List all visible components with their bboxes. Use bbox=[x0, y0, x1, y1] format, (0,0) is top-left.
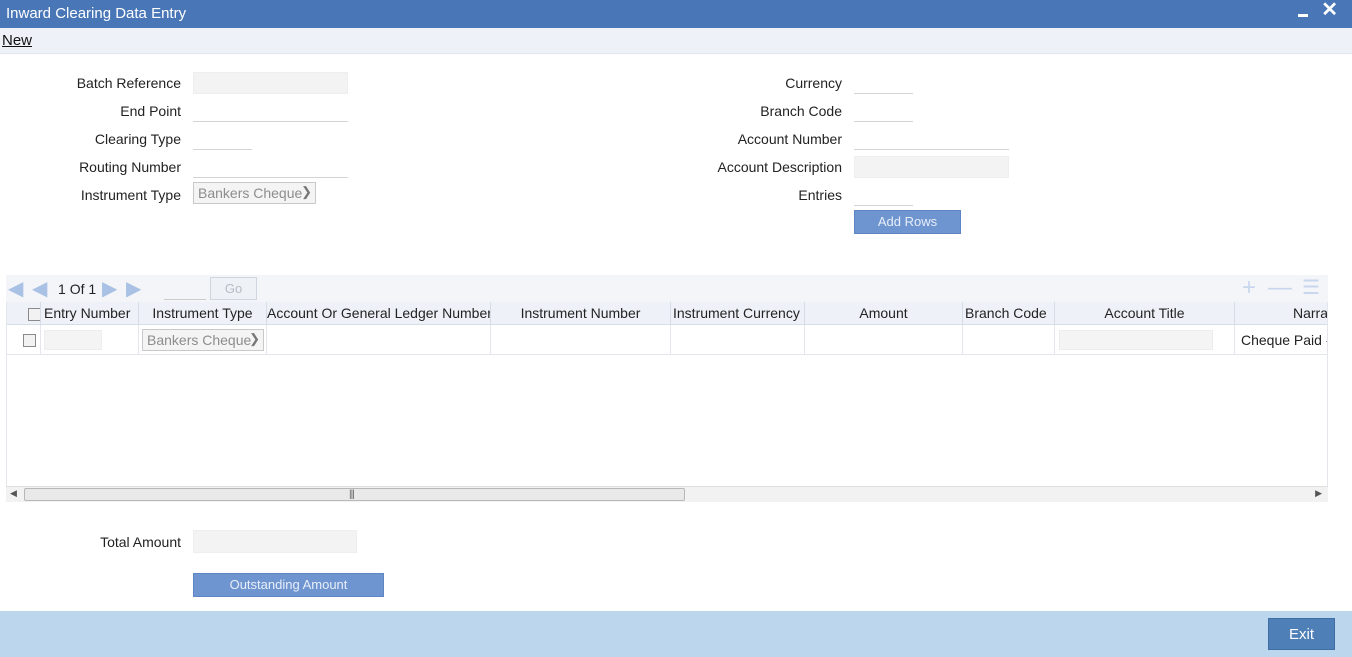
single-view-icon[interactable]: ☰ bbox=[1302, 276, 1320, 300]
row-instrument-type-value: Bankers Cheque bbox=[147, 332, 252, 348]
current-page: 1 bbox=[58, 281, 66, 297]
outstanding-amount-button[interactable]: Outstanding Amount bbox=[193, 573, 384, 597]
total-pages: 1 bbox=[88, 281, 97, 297]
select-all-checkbox[interactable] bbox=[28, 308, 40, 321]
col-amount[interactable]: Amount bbox=[805, 302, 963, 325]
col-narrative[interactable]: Narrative bbox=[1235, 302, 1327, 325]
first-page-icon[interactable]: ◀ bbox=[8, 279, 23, 299]
col-entry-number[interactable]: Entry Number bbox=[41, 302, 139, 325]
prev-page-icon[interactable]: ◀ bbox=[32, 279, 47, 299]
col-account-gl-number[interactable]: Account Or General Ledger Number bbox=[267, 302, 491, 325]
account-title-field bbox=[1059, 330, 1213, 350]
grid-header: Entry Number Instrument Type Account Or … bbox=[7, 302, 1327, 325]
entries-label: Entries bbox=[798, 187, 842, 203]
total-amount-field bbox=[193, 530, 357, 553]
routing-number-label: Routing Number bbox=[79, 159, 181, 175]
branch-code-label: Branch Code bbox=[760, 103, 842, 119]
page-info: 1 Of 1 bbox=[58, 281, 96, 297]
account-number-field[interactable] bbox=[854, 128, 1009, 150]
close-icon[interactable]: ✕ bbox=[1321, 0, 1338, 20]
window-titlebar: Inward Clearing Data Entry ✕ bbox=[0, 0, 1352, 28]
table-row: Bankers Cheque ❯ Cheque Paid - Cheque bbox=[7, 325, 1327, 355]
end-point-label: End Point bbox=[120, 103, 181, 119]
next-page-icon[interactable]: ▶ bbox=[102, 279, 117, 299]
branch-code-cell[interactable] bbox=[963, 325, 1055, 355]
menu-bar: New bbox=[0, 28, 1352, 54]
col-instrument-type[interactable]: Instrument Type bbox=[139, 302, 267, 325]
clearing-type-field[interactable] bbox=[193, 128, 252, 150]
exit-button[interactable]: Exit bbox=[1268, 618, 1335, 650]
last-page-icon[interactable]: ▶ bbox=[126, 279, 141, 299]
batch-reference-label: Batch Reference bbox=[76, 75, 181, 91]
routing-number-field[interactable] bbox=[193, 156, 348, 178]
new-link[interactable]: New bbox=[2, 32, 32, 49]
page-number-input[interactable] bbox=[164, 277, 206, 300]
scroll-right-icon[interactable]: ▶ bbox=[1315, 488, 1322, 499]
minimize-icon[interactable] bbox=[1296, 4, 1310, 20]
batch-reference-field bbox=[193, 72, 348, 94]
footer-bar: Exit bbox=[0, 611, 1352, 657]
row-checkbox[interactable] bbox=[23, 334, 36, 347]
add-row-icon[interactable]: + bbox=[1242, 276, 1256, 300]
account-gl-number-cell[interactable] bbox=[267, 325, 491, 355]
grip-icon: ||| bbox=[349, 489, 355, 500]
instrument-type-label: Instrument Type bbox=[80, 187, 181, 203]
instrument-type-cell: Bankers Cheque ❯ bbox=[139, 325, 267, 355]
scroll-left-icon[interactable]: ◀ bbox=[10, 488, 17, 499]
clearing-type-label: Clearing Type bbox=[94, 131, 181, 147]
of-label: Of bbox=[69, 281, 85, 297]
dropdown-arrow-icon: ❯ bbox=[301, 184, 312, 199]
account-description-field bbox=[854, 156, 1009, 178]
end-point-field[interactable] bbox=[193, 100, 348, 122]
instrument-currency-cell[interactable] bbox=[671, 325, 805, 355]
entry-number-cell bbox=[41, 325, 139, 355]
go-button[interactable]: Go bbox=[210, 277, 257, 300]
delete-row-icon[interactable]: — bbox=[1268, 276, 1292, 300]
narrative-value: Cheque Paid - Cheque bbox=[1241, 332, 1327, 348]
add-rows-button[interactable]: Add Rows bbox=[854, 210, 961, 234]
entries-grid: Entry Number Instrument Type Account Or … bbox=[6, 302, 1328, 487]
scrollbar-thumb[interactable]: ||| bbox=[24, 488, 685, 501]
grid-toolbar: ◀ ◀ 1 Of 1 ▶ ▶ Go + — ☰ bbox=[6, 275, 1328, 302]
currency-label: Currency bbox=[785, 75, 842, 91]
account-description-label: Account Description bbox=[717, 159, 842, 175]
total-amount-label: Total Amount bbox=[100, 534, 181, 550]
amount-cell[interactable] bbox=[805, 325, 963, 355]
grid-horizontal-scrollbar[interactable]: ◀ ||| ▶ bbox=[6, 486, 1328, 502]
row-instrument-type-select[interactable]: Bankers Cheque ❯ bbox=[142, 329, 264, 351]
col-instrument-number[interactable]: Instrument Number bbox=[491, 302, 671, 325]
col-instrument-currency[interactable]: Instrument Currency bbox=[671, 302, 805, 325]
select-all-cell bbox=[7, 302, 41, 325]
instrument-number-cell[interactable] bbox=[491, 325, 671, 355]
narrative-cell[interactable]: Cheque Paid - Cheque bbox=[1235, 325, 1327, 355]
col-account-title[interactable]: Account Title bbox=[1055, 302, 1235, 325]
entry-number-field bbox=[44, 330, 102, 350]
instrument-type-value: Bankers Cheque bbox=[198, 185, 303, 201]
account-number-label: Account Number bbox=[737, 131, 842, 147]
row-select-cell bbox=[7, 325, 41, 355]
window-title: Inward Clearing Data Entry bbox=[6, 5, 187, 22]
instrument-type-select[interactable]: Bankers Cheque ❯ bbox=[193, 182, 316, 204]
account-title-cell bbox=[1055, 325, 1235, 355]
col-branch-code[interactable]: Branch Code bbox=[963, 302, 1055, 325]
branch-code-field[interactable] bbox=[854, 100, 913, 122]
entries-field[interactable] bbox=[854, 184, 913, 206]
dropdown-arrow-icon: ❯ bbox=[249, 331, 260, 346]
currency-field[interactable] bbox=[854, 72, 913, 94]
